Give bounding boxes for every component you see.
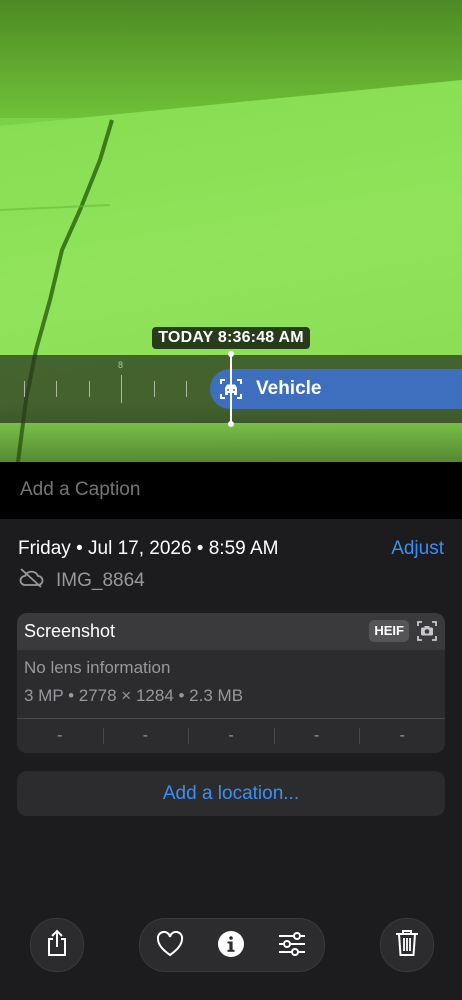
share-icon <box>44 928 70 963</box>
exif-exposure: - <box>188 719 274 753</box>
heart-icon <box>156 930 184 962</box>
add-location-button[interactable]: Add a location... <box>17 771 445 816</box>
timeline-tick <box>186 381 187 397</box>
timeline-tick-label: 8 <box>118 360 124 370</box>
caption-input[interactable] <box>18 478 442 502</box>
metadata-card: Screenshot HEIF No lens information 3 MP… <box>17 613 445 753</box>
playhead-bottom-dot <box>228 421 234 427</box>
share-button[interactable] <box>30 918 84 972</box>
exif-shutter: - <box>359 719 445 753</box>
edit-adjust-button[interactable] <box>277 931 307 962</box>
timeline-tick <box>24 381 25 397</box>
exif-aperture: - <box>273 719 360 753</box>
vehicle-detection-label: Vehicle <box>256 378 322 399</box>
timeline-tick <box>89 381 90 397</box>
caption-bar <box>0 462 462 519</box>
file-name: IMG_8864 <box>56 569 145 591</box>
delete-button[interactable] <box>380 918 434 972</box>
timeline-tick <box>154 381 155 397</box>
exif-row: - - - - - <box>17 719 445 753</box>
toolbar-center-group <box>139 918 325 972</box>
timeline-playhead[interactable] <box>228 351 234 427</box>
exif-iso: - <box>57 727 63 744</box>
metadata-title: Screenshot <box>24 621 116 641</box>
metadata-card-header: Screenshot HEIF <box>17 613 445 650</box>
lens-info: No lens information <box>24 658 171 677</box>
cloud-off-icon <box>18 568 44 593</box>
camera-scan-icon[interactable] <box>415 619 439 648</box>
info-button[interactable] <box>217 930 245 963</box>
format-badge: HEIF <box>369 620 409 642</box>
favorite-button[interactable] <box>156 930 184 962</box>
photo-date: Friday • Jul 17, 2026 • 8:59 AM <box>18 538 279 559</box>
timestamp-badge: TODAY 8:36:48 AM <box>152 327 310 349</box>
adjust-sliders-icon <box>277 931 307 962</box>
exif-focal-length: - <box>102 719 189 753</box>
playhead-top-dot <box>228 351 234 357</box>
timeline-tick <box>56 381 57 397</box>
adjust-date-button[interactable]: Adjust <box>391 538 444 560</box>
timeline-tick-major <box>121 375 122 403</box>
vehicle-detection-chip[interactable]: Vehicle <box>210 369 462 409</box>
trash-icon <box>394 928 420 963</box>
info-icon <box>217 930 245 963</box>
image-specs: 3 MP • 2778 × 1284 • 2.3 MB <box>24 686 244 705</box>
file-info-row: IMG_8864 <box>18 568 145 593</box>
